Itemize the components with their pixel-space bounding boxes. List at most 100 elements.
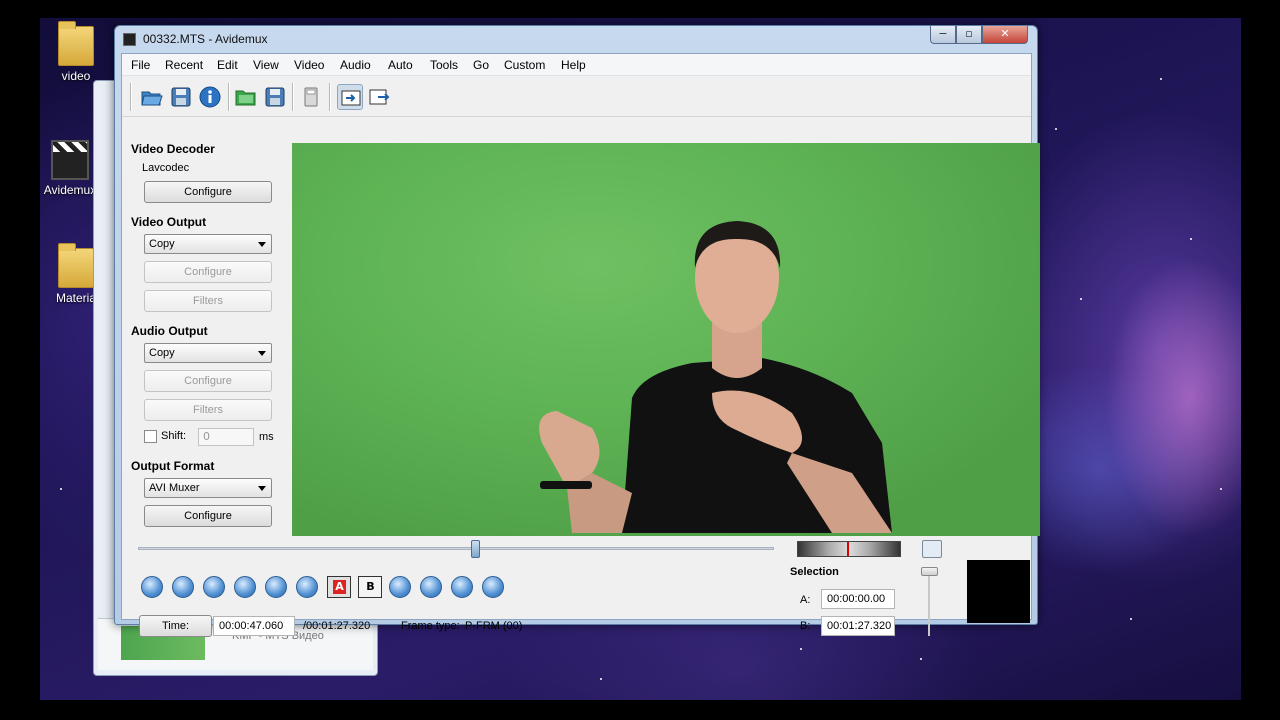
maximize-button[interactable]: ▫	[956, 26, 982, 44]
chevron-down-icon	[258, 486, 266, 491]
next-frame-icon[interactable]	[234, 576, 256, 598]
audio-output-selected: Copy	[149, 347, 175, 359]
chevron-down-icon	[258, 351, 266, 356]
seek-handle[interactable]	[470, 540, 480, 558]
video-decoder-codec: Lavcodec	[142, 162, 190, 174]
star	[1190, 238, 1192, 240]
menu-file[interactable]: File	[131, 58, 150, 72]
shift-input[interactable]: 0	[198, 428, 254, 446]
next-black-frame-icon[interactable]	[482, 576, 504, 598]
window-client-area: File Recent Edit View Video Audio Auto T…	[121, 53, 1040, 637]
selection-meter-marker	[847, 542, 849, 556]
video-output-selected: Copy	[149, 238, 175, 250]
volume-slider-track[interactable]	[928, 574, 930, 636]
video-filters-button[interactable]: Filters	[144, 290, 272, 312]
menu-auto[interactable]: Auto	[388, 58, 413, 72]
selection-b-label: B:	[800, 620, 811, 632]
selection-title: Selection	[790, 566, 839, 578]
menu-help[interactable]: Help	[561, 58, 586, 72]
audio-output-title: Audio Output	[131, 324, 208, 338]
star	[1130, 618, 1132, 620]
star	[800, 648, 802, 650]
star	[600, 678, 602, 680]
menu-go[interactable]: Go	[473, 58, 489, 72]
menu-custom[interactable]: Custom	[504, 58, 545, 72]
selection-b-field[interactable]: 00:01:27.320	[821, 616, 895, 636]
selection-meter	[797, 541, 901, 557]
menu-recent[interactable]: Recent	[165, 58, 203, 72]
title-bar[interactable]: 00332.MTS - Avidemux − ▫ ✕	[115, 26, 1037, 52]
video-decoder-title: Video Decoder	[131, 142, 215, 156]
star	[60, 488, 62, 490]
goto-marker-a-icon[interactable]	[389, 576, 411, 598]
star	[920, 658, 922, 660]
time-button[interactable]: Time:	[139, 615, 212, 637]
desktop-icon-label: video	[61, 69, 91, 83]
clapperboard-icon	[51, 140, 89, 180]
open-folder-icon[interactable]	[233, 84, 259, 110]
volume-slider-handle[interactable]	[921, 567, 938, 576]
play-icon[interactable]	[141, 576, 163, 598]
total-time: /00:01:27.320	[303, 620, 371, 632]
toolbar-separator	[228, 83, 230, 111]
set-marker-a-button[interactable]: A	[327, 576, 351, 598]
save-video-icon[interactable]	[262, 84, 288, 110]
seek-bar[interactable]	[138, 547, 774, 550]
open-icon[interactable]	[139, 84, 165, 110]
marker-b-icon: B	[366, 580, 375, 593]
stop-icon[interactable]	[172, 576, 194, 598]
video-decoder-configure-button[interactable]: Configure	[144, 181, 272, 203]
desktop-icon-video[interactable]: video	[44, 21, 108, 83]
minimize-button[interactable]: −	[930, 26, 956, 44]
save-icon[interactable]	[168, 84, 194, 110]
menu-view[interactable]: View	[253, 58, 279, 72]
set-marker-b-button[interactable]: B	[358, 576, 382, 598]
previous-black-frame-icon[interactable]	[451, 576, 473, 598]
goto-marker-b-icon[interactable]	[420, 576, 442, 598]
selection-a-label: A:	[800, 594, 811, 606]
audio-output-configure-button[interactable]: Configure	[144, 370, 272, 392]
next-keyframe-icon[interactable]	[296, 576, 318, 598]
output-format-selected: AVI Muxer	[149, 482, 200, 494]
desktop-icon-label: Materia	[55, 291, 96, 305]
display-input-icon[interactable]	[337, 84, 363, 110]
video-output-configure-button[interactable]: Configure	[144, 261, 272, 283]
frame-type-label: Frame type:	[401, 620, 460, 632]
video-output-title: Video Output	[131, 215, 207, 229]
chevron-down-icon	[258, 242, 266, 247]
current-time-field[interactable]: 00:00:47.060	[213, 616, 295, 636]
display-output-icon[interactable]	[366, 84, 392, 110]
info-icon[interactable]	[197, 84, 223, 110]
refresh-icon[interactable]	[922, 540, 942, 558]
video-preview[interactable]	[292, 143, 1040, 536]
toolbar	[122, 77, 1031, 117]
toolbar-separator	[130, 83, 132, 111]
selection-a-field[interactable]: 00:00:00.00	[821, 589, 895, 609]
audio-preview-panel	[967, 560, 1030, 623]
shift-checkbox[interactable]	[144, 430, 157, 443]
menu-edit[interactable]: Edit	[217, 58, 238, 72]
frame-type-value: P-FRM (00)	[465, 620, 523, 632]
audio-output-select[interactable]: Copy	[144, 343, 272, 363]
output-format-configure-button[interactable]: Configure	[144, 505, 272, 527]
app-icon	[123, 33, 136, 46]
star	[1160, 78, 1162, 80]
menu-video[interactable]: Video	[294, 58, 324, 72]
shift-unit: ms	[259, 431, 274, 443]
menu-bar: File Recent Edit View Video Audio Auto T…	[122, 54, 1031, 76]
previous-frame-icon[interactable]	[203, 576, 225, 598]
previous-keyframe-icon[interactable]	[265, 576, 287, 598]
star	[1220, 488, 1222, 490]
menu-audio[interactable]: Audio	[340, 58, 371, 72]
toolbar-separator	[292, 83, 294, 111]
output-format-select[interactable]: AVI Muxer	[144, 478, 272, 498]
calculator-icon[interactable]	[298, 84, 324, 110]
menu-tools[interactable]: Tools	[430, 58, 458, 72]
avidemux-window[interactable]: 00332.MTS - Avidemux − ▫ ✕ File Recent E…	[114, 25, 1040, 637]
video-output-select[interactable]: Copy	[144, 234, 272, 254]
close-button[interactable]: ✕	[982, 26, 1028, 44]
star	[1080, 298, 1082, 300]
audio-filters-button[interactable]: Filters	[144, 399, 272, 421]
marker-a-icon: A	[333, 580, 346, 594]
window-title: 00332.MTS - Avidemux	[143, 32, 268, 46]
